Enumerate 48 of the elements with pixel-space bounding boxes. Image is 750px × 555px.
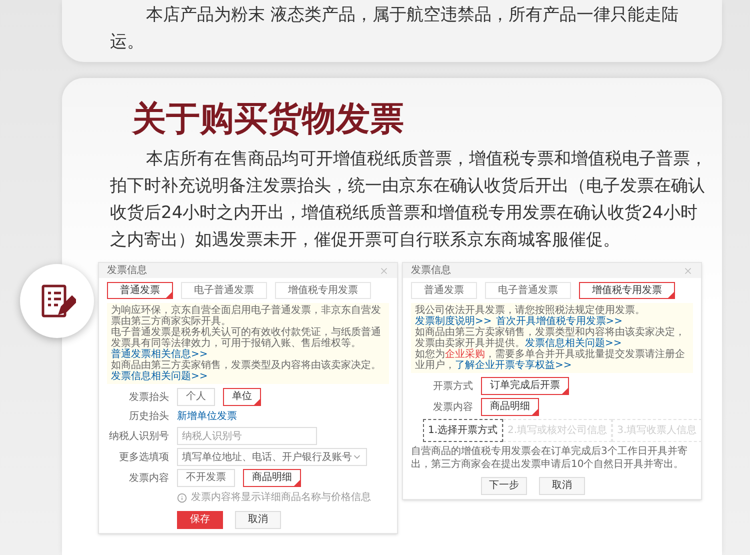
info-text: 自营商品的增值税专用发票会在订单完成后3个工作日开具并寄出，第三方商家会在提出发票申请后10个自然日开具并寄出。: [411, 445, 688, 471]
dialog-button[interactable]: 取消: [235, 511, 281, 529]
field-label: 更多选填项: [118, 450, 169, 464]
notice-text: 如商品由第三方卖家销售，发票类型和内容将由该卖家决定，发票由卖家开具并提供。发票信息相关问题>>: [415, 327, 686, 349]
invoice-tab[interactable]: 电子普通发票: [181, 282, 267, 299]
dialog-title: 发票信息: [107, 264, 147, 278]
notice-link[interactable]: 首次开具增值税专用发票>>: [496, 316, 623, 327]
notice-text: 为响应环保，京东自营全面启用电子普通发票，非京东自营发票由第三方商家实际开具。: [111, 305, 382, 327]
option-button[interactable]: 订单完成后开票: [481, 377, 569, 395]
option-button[interactable]: 商品明细: [243, 469, 301, 487]
field-label: 发票内容: [128, 472, 169, 486]
notice-paragraph: 本店产品为粉末 液态类产品，属于航空违禁品，所有产品一律只能走陆运。: [110, 4, 680, 54]
invoice-tab[interactable]: 电子普通发票: [485, 282, 571, 299]
invoice-badge-icon: [20, 264, 94, 338]
notice-text: 如您为企业采购，需要多单合并开具或批量提交发票请注册企业用户，了解企业开票专享权益>>: [415, 349, 686, 371]
option-button[interactable]: 商品明细: [481, 398, 539, 416]
dialog-button[interactable]: 下一步: [481, 477, 527, 495]
invoice-tab[interactable]: 普通发票: [411, 282, 477, 299]
field-label: 纳税人识别号: [108, 430, 169, 444]
notice-link[interactable]: 普通发票相关信息>>: [111, 349, 208, 360]
dialog-button[interactable]: 取消: [539, 477, 585, 495]
hint-text: 发票内容将显示详细商品名称与价格信息: [191, 490, 371, 505]
field-label: 发票抬头: [128, 390, 169, 404]
dialog-button[interactable]: 保存: [177, 511, 223, 529]
option-button[interactable]: 不开发票: [177, 469, 235, 487]
option-button[interactable]: 单位: [223, 388, 261, 406]
select-field[interactable]: 填写单位地址、电话、开户银行及账号: [177, 448, 367, 466]
close-icon[interactable]: [379, 266, 389, 276]
dialog-title: 发票信息: [411, 264, 451, 278]
notice-text: 我公司依法开具发票，请您按照税法规定使用发票。: [415, 305, 646, 316]
input-field[interactable]: 纳税人识别号: [177, 427, 317, 445]
field-label: 开票方式: [432, 380, 473, 394]
invoice-tab[interactable]: 增值税专用发票: [275, 282, 371, 299]
notice-link[interactable]: 发票信息相关问题>>: [111, 371, 208, 382]
field-label: 历史抬头: [128, 410, 169, 424]
notice-text: 电子普通发票是税务机关认可的有效收付款凭证，与纸质普通发票具有同等法律效力，可用于报销入账、售后维权等。 普通发票相关信息>>: [111, 327, 382, 360]
notice-link[interactable]: 发票制度说明>>: [415, 316, 492, 327]
option-button[interactable]: 个人: [177, 388, 215, 406]
notice-link[interactable]: 了解企业开票专享权益>>: [455, 360, 572, 371]
step-item: 1.选择开票方式: [423, 419, 503, 442]
add-title-link[interactable]: 新增单位发票: [177, 409, 237, 424]
close-icon[interactable]: [683, 266, 693, 276]
notice-text: 如商品由第三方卖家销售，发票类型及内容将由该卖家决定。 发票信息相关问题>>: [111, 360, 382, 382]
field-label: 发票内容: [432, 400, 473, 414]
section-paragraph: 本店所有在售商品均可开增值税纸质普票，增值税专票和增值税电子普票，拍下时补充说明备注发票抬头，统一由京东在确认收货后开出（电子发票在确认收货后24小时之内开出，增值税纸质普票和增值税专用发票在确认收货24小时之内寄出）如遇发票未开，催促开票可自行联系京东商城客服催促。: [110, 148, 708, 252]
notice-link[interactable]: 发票信息相关问题>>: [525, 338, 622, 349]
section-title: 关于购买货物发票: [132, 100, 405, 138]
info-icon: [177, 492, 187, 502]
